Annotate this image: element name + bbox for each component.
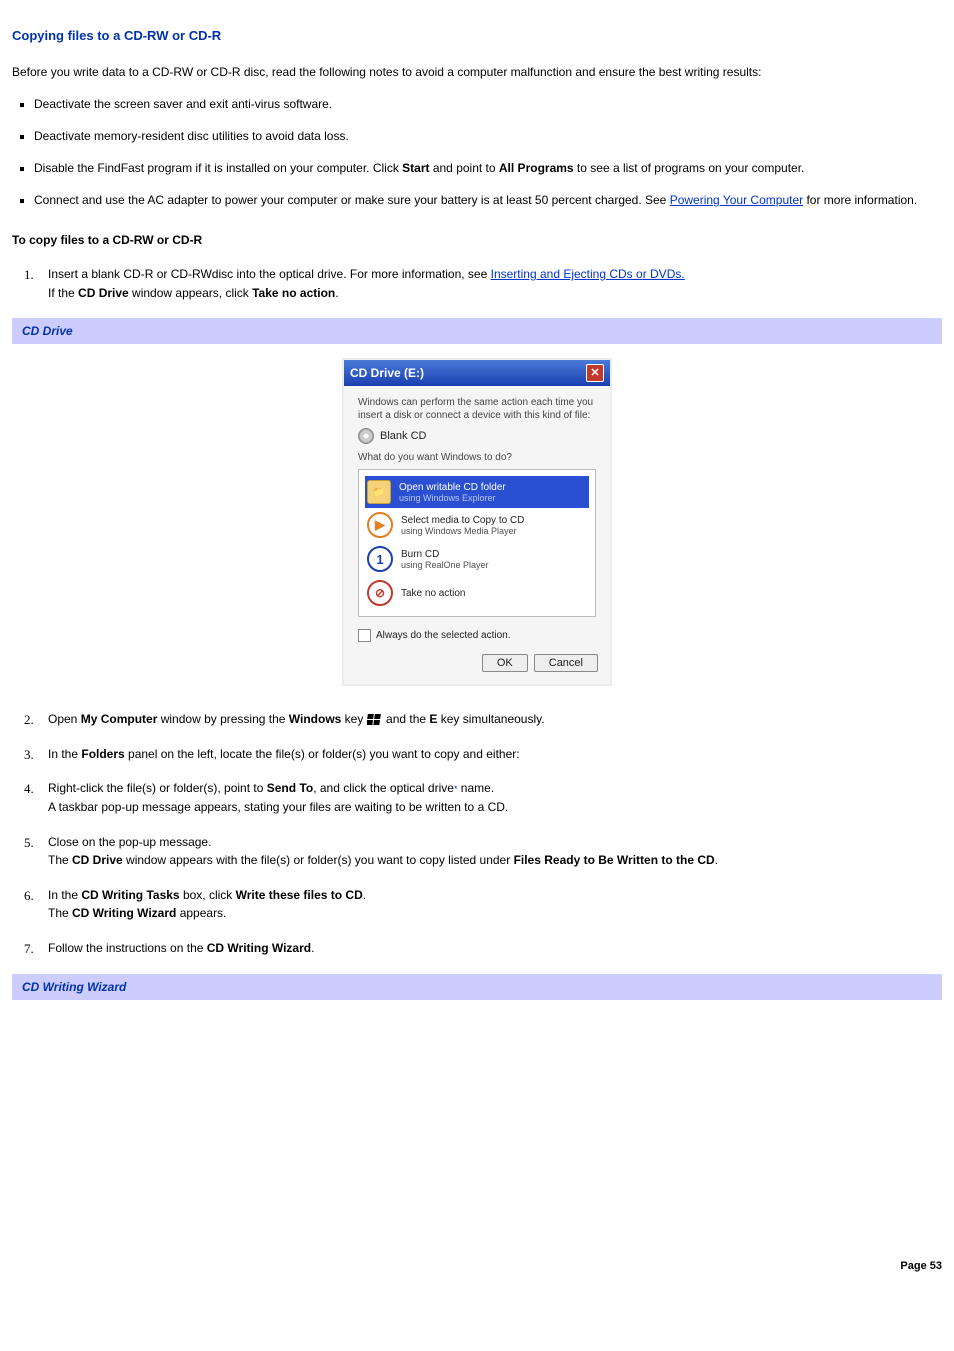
realone-icon: 1 — [367, 546, 393, 572]
step-item: 2. Open My Computer window by pressing t… — [12, 710, 942, 729]
option-realone[interactable]: 1 Burn CD using RealOne Player — [365, 542, 589, 576]
step-item: 7. Follow the instructions on the CD Wri… — [12, 939, 942, 958]
step-item: 1. Insert a blank CD-R or CD-RWdisc into… — [12, 265, 942, 302]
step-number: 6. — [24, 886, 34, 906]
option-media-player[interactable]: ▶ Select media to Copy to CD using Windo… — [365, 508, 589, 542]
list-item: Deactivate the screen saver and exit ant… — [34, 95, 942, 113]
checkbox-icon[interactable] — [358, 629, 371, 642]
steps-list: 1. Insert a blank CD-R or CD-RWdisc into… — [12, 265, 942, 302]
step-number: 1. — [24, 265, 34, 285]
option-no-action[interactable]: ⊘ Take no action — [365, 576, 589, 610]
options-listbox[interactable]: 📁 Open writable CD folder using Windows … — [358, 469, 596, 617]
list-item: Connect and use the AC adapter to power … — [34, 191, 942, 209]
always-do-checkbox-row[interactable]: Always do the selected action. — [344, 629, 610, 648]
figure-caption-cd-writing-wizard: CD Writing Wizard — [12, 974, 942, 1000]
step-item: 6. In the CD Writing Tasks box, click Wr… — [12, 886, 942, 923]
powering-computer-link[interactable]: Powering Your Computer — [670, 193, 803, 207]
no-action-icon: ⊘ — [362, 575, 399, 612]
close-icon[interactable]: ✕ — [586, 364, 604, 382]
dialog-title: CD Drive (E:) — [350, 366, 424, 380]
step-item: 3. In the Folders panel on the left, loc… — [12, 745, 942, 764]
option-open-folder[interactable]: 📁 Open writable CD folder using Windows … — [365, 476, 589, 508]
cd-drive-dialog-figure: CD Drive (E:) ✕ Windows can perform the … — [12, 358, 942, 686]
insert-eject-link[interactable]: Inserting and Ejecting CDs or DVDs. — [491, 267, 685, 281]
figure-caption-cd-drive: CD Drive — [12, 318, 942, 344]
step-item: 5. Close on the pop-up message. The CD D… — [12, 833, 942, 870]
intro-paragraph: Before you write data to a CD-RW or CD-R… — [12, 63, 942, 81]
list-item: Deactivate memory-resident disc utilitie… — [34, 127, 942, 145]
ok-button[interactable]: OK — [482, 654, 528, 672]
checkbox-label: Always do the selected action. — [376, 630, 511, 641]
cd-icon — [358, 428, 374, 444]
page-title: Copying files to a CD-RW or CD-R — [12, 28, 942, 43]
step-number: 7. — [24, 939, 34, 959]
step-number: 2. — [24, 710, 34, 730]
step-item: 4. Right-click the file(s) or folder(s),… — [12, 779, 942, 816]
procedure-heading: To copy files to a CD-RW or CD-R — [12, 231, 942, 249]
windows-key-icon — [367, 713, 383, 727]
media-type-label: Blank CD — [380, 430, 426, 442]
steps-list-continued: 2. Open My Computer window by pressing t… — [12, 710, 942, 957]
step-number: 5. — [24, 833, 34, 853]
folder-icon: 📁 — [367, 480, 391, 504]
dialog-message: Windows can perform the same action each… — [358, 396, 596, 422]
dialog-question: What do you want Windows to do? — [358, 452, 596, 463]
step-number: 4. — [24, 779, 34, 799]
cancel-button[interactable]: Cancel — [534, 654, 598, 672]
notes-list: Deactivate the screen saver and exit ant… — [34, 95, 942, 209]
step-number: 3. — [24, 745, 34, 765]
list-item: Disable the FindFast program if it is in… — [34, 159, 942, 177]
media-player-icon: ▶ — [367, 512, 393, 538]
cd-drive-dialog: CD Drive (E:) ✕ Windows can perform the … — [342, 358, 612, 686]
page-number: Page 53 — [12, 1260, 942, 1272]
